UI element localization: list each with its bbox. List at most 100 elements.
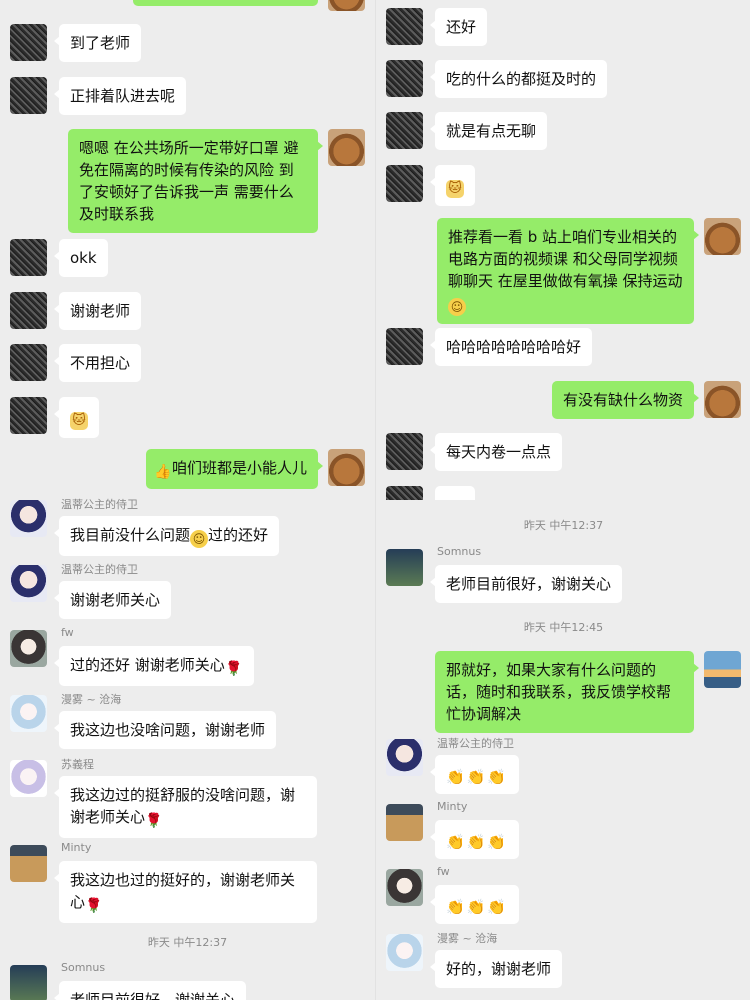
avatar[interactable] <box>704 651 741 688</box>
sender-name: Minty <box>437 800 468 813</box>
message-bubble[interactable]: 还好 <box>429 8 488 46</box>
message-row: Minty 我这边也过的挺好的，谢谢老师关心🌹 <box>0 841 375 925</box>
avatar[interactable] <box>386 433 423 470</box>
cat-emoji-icon: 🐱 <box>446 180 464 198</box>
avatar[interactable] <box>386 8 423 45</box>
message-bubble[interactable]: 嗯嗯 在公共场所一定带好口罩 避免在隔离的时候有传染的风险 到了安顿好了告诉我一… <box>68 129 323 233</box>
sender-name: Somnus <box>61 961 106 974</box>
right-chat-panel[interactable]: 还好 吃的什么的都挺及时的 就是有点无聊 🐱 推荐看一看 b 站上咱们专业相关的… <box>376 0 750 1000</box>
avatar[interactable] <box>10 695 47 732</box>
message-bubble[interactable]: 我目前没什么问题 ☺ 过的还好 <box>53 516 280 556</box>
message-row <box>0 0 375 11</box>
message-row: 哈哈哈哈哈哈哈哈好 <box>376 328 750 366</box>
message-bubble[interactable]: 吃的什么的都挺及时的 <box>429 60 608 98</box>
avatar[interactable] <box>704 381 741 418</box>
message-bubble[interactable]: 👍咱们班都是小能人儿 <box>145 449 324 489</box>
sender-name: 温蒂公主的侍卫 <box>61 563 138 576</box>
message-bubble[interactable]: 到了老师 <box>53 24 142 62</box>
smile-emoji-icon: ☺ <box>190 530 209 548</box>
message-bubble[interactable]: 👏👏👏 <box>429 820 520 859</box>
message-bubble[interactable] <box>133 0 318 6</box>
message-bubble[interactable]: 推荐看一看 b 站上咱们专业相关的电路方面的视频课 和父母同学视频聊聊天 在屋里… <box>437 218 699 324</box>
message-row: 🐱 <box>376 165 750 206</box>
message-bubble[interactable]: okk <box>54 239 108 277</box>
message-bubble[interactable]: 我这边过的挺舒服的没啥问题，谢谢老师关心🌹 <box>54 776 317 838</box>
message-bubble[interactable]: 👏👏👏 <box>429 755 520 794</box>
sender-name: 漫雾 ~ 沧海 <box>437 932 498 945</box>
avatar[interactable] <box>10 397 47 434</box>
avatar[interactable] <box>386 328 423 365</box>
message-bubble[interactable]: 好的，谢谢老师 <box>429 950 563 988</box>
rose-emoji-icon: 🌹 <box>225 661 243 677</box>
avatar[interactable] <box>386 165 423 202</box>
avatar[interactable] <box>386 934 423 971</box>
message-row: 不用担心 <box>0 344 375 382</box>
message-bubble[interactable] <box>435 486 475 500</box>
avatar[interactable] <box>10 760 47 797</box>
clipped-message-row <box>376 486 750 500</box>
chat-screenshot-collage: 到了老师 正排着队进去呢 嗯嗯 在公共场所一定带好口罩 避免在隔离的时候有传染的… <box>0 0 750 1000</box>
message-row: okk <box>0 239 375 277</box>
avatar[interactable] <box>386 869 423 906</box>
message-bubble[interactable]: 正排着队进去呢 <box>53 77 187 115</box>
avatar[interactable] <box>328 449 365 486</box>
message-row: 有没有缺什么物资 <box>376 381 750 419</box>
message-bubble[interactable]: 谢谢老师关心 <box>53 581 172 619</box>
message-bubble[interactable]: 老师目前很好，谢谢关心 <box>53 981 247 1000</box>
smile-emoji-icon: ☺ <box>448 298 466 316</box>
avatar[interactable] <box>10 565 47 602</box>
avatar[interactable] <box>10 965 47 1000</box>
avatar[interactable] <box>328 0 365 11</box>
clap-emoji-icon: 👏👏👏 <box>446 768 509 786</box>
sender-name: fw <box>437 865 450 878</box>
avatar[interactable] <box>10 77 47 114</box>
avatar[interactable] <box>10 344 47 381</box>
avatar[interactable] <box>386 112 423 149</box>
message-row: 吃的什么的都挺及时的 <box>376 60 750 98</box>
sender-name: 温蒂公主的侍卫 <box>61 498 138 511</box>
avatar[interactable] <box>328 129 365 166</box>
rose-emoji-icon: 🌹 <box>145 813 163 829</box>
message-bubble[interactable]: 那就好，如果大家有什么问题的话，随时和我联系，我反馈学校帮忙协调解决 <box>435 651 699 733</box>
avatar[interactable] <box>10 292 47 329</box>
sender-name: Somnus <box>437 545 482 558</box>
message-row: 温蒂公主的侍卫 我目前没什么问题 ☺ 过的还好 <box>0 498 375 556</box>
message-bubble[interactable]: 哈哈哈哈哈哈哈哈好 <box>429 328 593 366</box>
thumbs-up-emoji-icon: 👍 <box>154 464 172 480</box>
message-row: fw 过的还好 谢谢老师关心🌹 <box>0 626 375 686</box>
message-bubble[interactable]: 我这边也过的挺好的，谢谢老师关心🌹 <box>54 861 317 923</box>
avatar[interactable] <box>386 804 423 841</box>
avatar[interactable] <box>10 239 47 276</box>
message-bubble[interactable]: 谢谢老师 <box>53 292 142 330</box>
message-bubble[interactable]: 有没有缺什么物资 <box>551 381 700 419</box>
message-bubble[interactable]: 过的还好 谢谢老师关心🌹 <box>54 646 254 686</box>
timestamp: 昨天 中午12:37 <box>147 936 228 949</box>
message-row: 温蒂公主的侍卫 👏👏👏 <box>376 737 750 795</box>
clap-emoji-icon: 👏👏👏 <box>446 833 509 851</box>
sender-name: 苏義程 <box>61 758 94 771</box>
avatar[interactable] <box>10 500 47 537</box>
message-bubble[interactable]: 老师目前很好，谢谢关心 <box>429 565 623 603</box>
clap-emoji-icon: 👏👏👏 <box>446 898 509 916</box>
avatar[interactable] <box>386 549 423 586</box>
message-row: 漫雾 ~ 沧海 我这边也没啥问题，谢谢老师 <box>0 693 375 751</box>
message-bubble[interactable]: 🐱 <box>430 165 475 206</box>
avatar[interactable] <box>10 630 47 667</box>
message-bubble[interactable]: 不用担心 <box>53 344 142 382</box>
message-bubble[interactable]: 每天内卷一点点 <box>429 433 563 471</box>
message-row: 苏義程 我这边过的挺舒服的没啥问题，谢谢老师关心🌹 <box>0 758 375 840</box>
left-chat-panel[interactable]: 到了老师 正排着队进去呢 嗯嗯 在公共场所一定带好口罩 避免在隔离的时候有传染的… <box>0 0 375 1000</box>
message-bubble[interactable]: 👏👏👏 <box>429 885 520 924</box>
avatar[interactable] <box>386 739 423 776</box>
avatar[interactable] <box>10 24 47 61</box>
rose-emoji-icon: 🌹 <box>85 898 103 914</box>
message-bubble[interactable]: 就是有点无聊 <box>429 112 548 150</box>
message-bubble[interactable]: 🐱 <box>54 397 99 438</box>
message-row: 嗯嗯 在公共场所一定带好口罩 避免在隔离的时候有传染的风险 到了安顿好了告诉我一… <box>0 129 375 233</box>
avatar[interactable] <box>704 218 741 255</box>
message-row: 🐱 <box>0 397 375 438</box>
avatar[interactable] <box>386 486 423 500</box>
avatar[interactable] <box>386 60 423 97</box>
avatar[interactable] <box>10 845 47 882</box>
message-bubble[interactable]: 我这边也没啥问题，谢谢老师 <box>53 711 277 749</box>
